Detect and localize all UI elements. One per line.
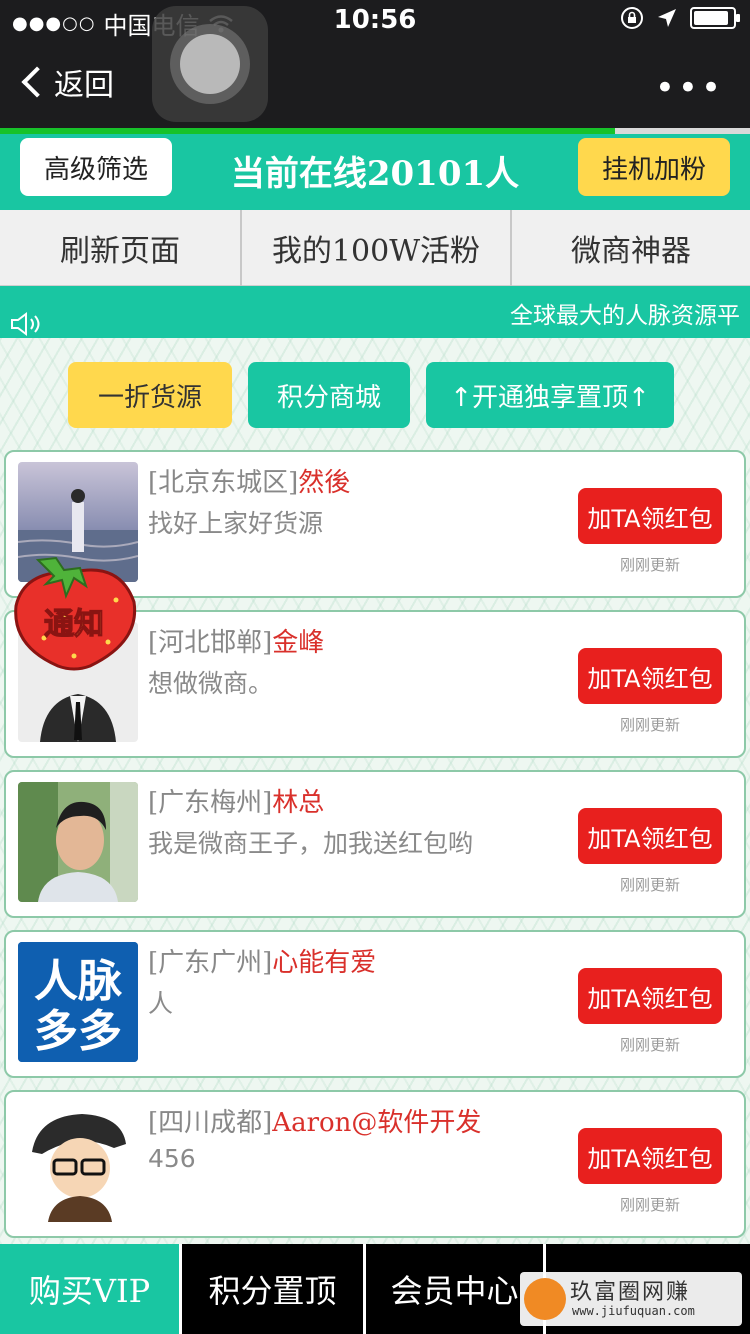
status-bar: ●●●○○ 中国电信 10:56 [0, 0, 750, 40]
battery-icon [690, 7, 740, 29]
member-center-tab[interactable]: 会员中心 [366, 1244, 546, 1334]
buy-vip-tab[interactable]: 购买VIP [0, 1244, 182, 1334]
card-title: [北京东城区]然後 [148, 462, 350, 499]
add-red-packet-button[interactable]: 加TA领红包 [578, 808, 722, 864]
card-username[interactable]: 金峰 [272, 628, 324, 658]
add-red-packet-button[interactable]: 加TA领红包 [578, 1128, 722, 1184]
watermark: 玖富圈网赚 www.jiufuquan.com [520, 1272, 742, 1326]
wechat-tools-button[interactable]: 微商神器 [512, 210, 750, 286]
card-description: 456 [148, 1144, 196, 1173]
watermark-logo-icon [524, 1278, 566, 1320]
strawberry-label: 通知 [44, 607, 104, 642]
card-username[interactable]: 心能有爱 [272, 948, 376, 978]
navigation-bar: 返回 ••• [0, 40, 750, 128]
card-region: [广东梅州] [148, 788, 273, 818]
rotation-lock-icon [621, 7, 643, 29]
card-region: [广东广州] [148, 948, 273, 978]
chevron-left-icon [21, 66, 53, 98]
user-card[interactable]: [四川成都]Aaron@软件开发 456 加TA领红包 刚刚更新 [4, 1090, 746, 1238]
points-mall-button[interactable]: 积分商城 [248, 362, 410, 428]
update-status: 刚刚更新 [619, 1036, 680, 1054]
card-region: [四川成都] [148, 1108, 273, 1138]
avatar [18, 1102, 138, 1222]
my-fans-button[interactable]: 我的100W活粉 [242, 210, 512, 286]
notice-bar: 全球最大的人脉资源平 [0, 286, 750, 338]
card-username[interactable]: 然後 [298, 468, 350, 498]
back-label: 返回 [54, 68, 114, 103]
card-title: [四川成都]Aaron@软件开发 [148, 1102, 481, 1139]
card-title: [广东广州]心能有爱 [148, 942, 376, 979]
card-description: 想做微商。 [148, 669, 274, 698]
user-card[interactable]: [广东梅州]林总 我是微商王子，加我送红包哟 加TA领红包 刚刚更新 [4, 770, 746, 918]
status-icons [620, 6, 740, 30]
add-red-packet-button[interactable]: 加TA领红包 [578, 648, 722, 704]
back-button[interactable]: 返回 [18, 60, 114, 104]
more-options-button[interactable]: ••• [655, 68, 724, 108]
strawberry-notification-icon[interactable]: 通知 [8, 556, 140, 672]
avatar-text-line1: 人脉 [34, 956, 123, 1007]
card-description: 人 [148, 989, 174, 1018]
avatar [18, 782, 138, 902]
update-status: 刚刚更新 [619, 716, 680, 734]
avatar-text-line2: 多多 [34, 1006, 122, 1057]
auto-add-fans-button[interactable]: 挂机加粉 [578, 138, 730, 196]
location-arrow-icon [658, 9, 676, 27]
watermark-url: www.jiufuquan.com [572, 1304, 695, 1318]
card-title: [广东梅州]林总 [148, 782, 324, 819]
card-username[interactable]: Aaron@软件开发 [272, 1108, 481, 1138]
card-username[interactable]: 林总 [272, 788, 324, 818]
card-title: [河北邯郸]金峰 [148, 622, 324, 659]
header-strip: 高级筛选 当前在线20101人 挂机加粉 [0, 134, 750, 210]
card-region: [河北邯郸] [148, 628, 273, 658]
add-red-packet-button[interactable]: 加TA领红包 [578, 488, 722, 544]
avatar: 人脉 多多 [18, 942, 138, 1062]
discount-supply-button[interactable]: 一折货源 [68, 362, 232, 428]
update-status: 刚刚更新 [619, 876, 680, 894]
refresh-page-button[interactable]: 刷新页面 [0, 210, 242, 286]
speaker-icon [11, 312, 40, 336]
watermark-text: 玖富圈网赚 [570, 1280, 691, 1305]
card-region: [北京东城区] [148, 468, 299, 498]
menu-row: 刷新页面 我的100W活粉 微商神器 [0, 210, 750, 286]
points-top-tab[interactable]: 积分置顶 [182, 1244, 366, 1334]
update-status: 刚刚更新 [619, 556, 680, 574]
exclusive-top-button[interactable]: ↑开通独享置顶↑ [426, 362, 674, 428]
update-status: 刚刚更新 [619, 1196, 680, 1214]
user-card[interactable]: 人脉 多多 [广东广州]心能有爱 人 加TA领红包 刚刚更新 [4, 930, 746, 1078]
assistive-touch-button[interactable] [152, 6, 268, 122]
add-red-packet-button[interactable]: 加TA领红包 [578, 968, 722, 1024]
notice-marquee: 全球最大的人脉资源平 [510, 303, 740, 329]
card-description: 我是微商王子，加我送红包哟 [148, 829, 474, 858]
card-description: 找好上家好货源 [148, 509, 324, 538]
